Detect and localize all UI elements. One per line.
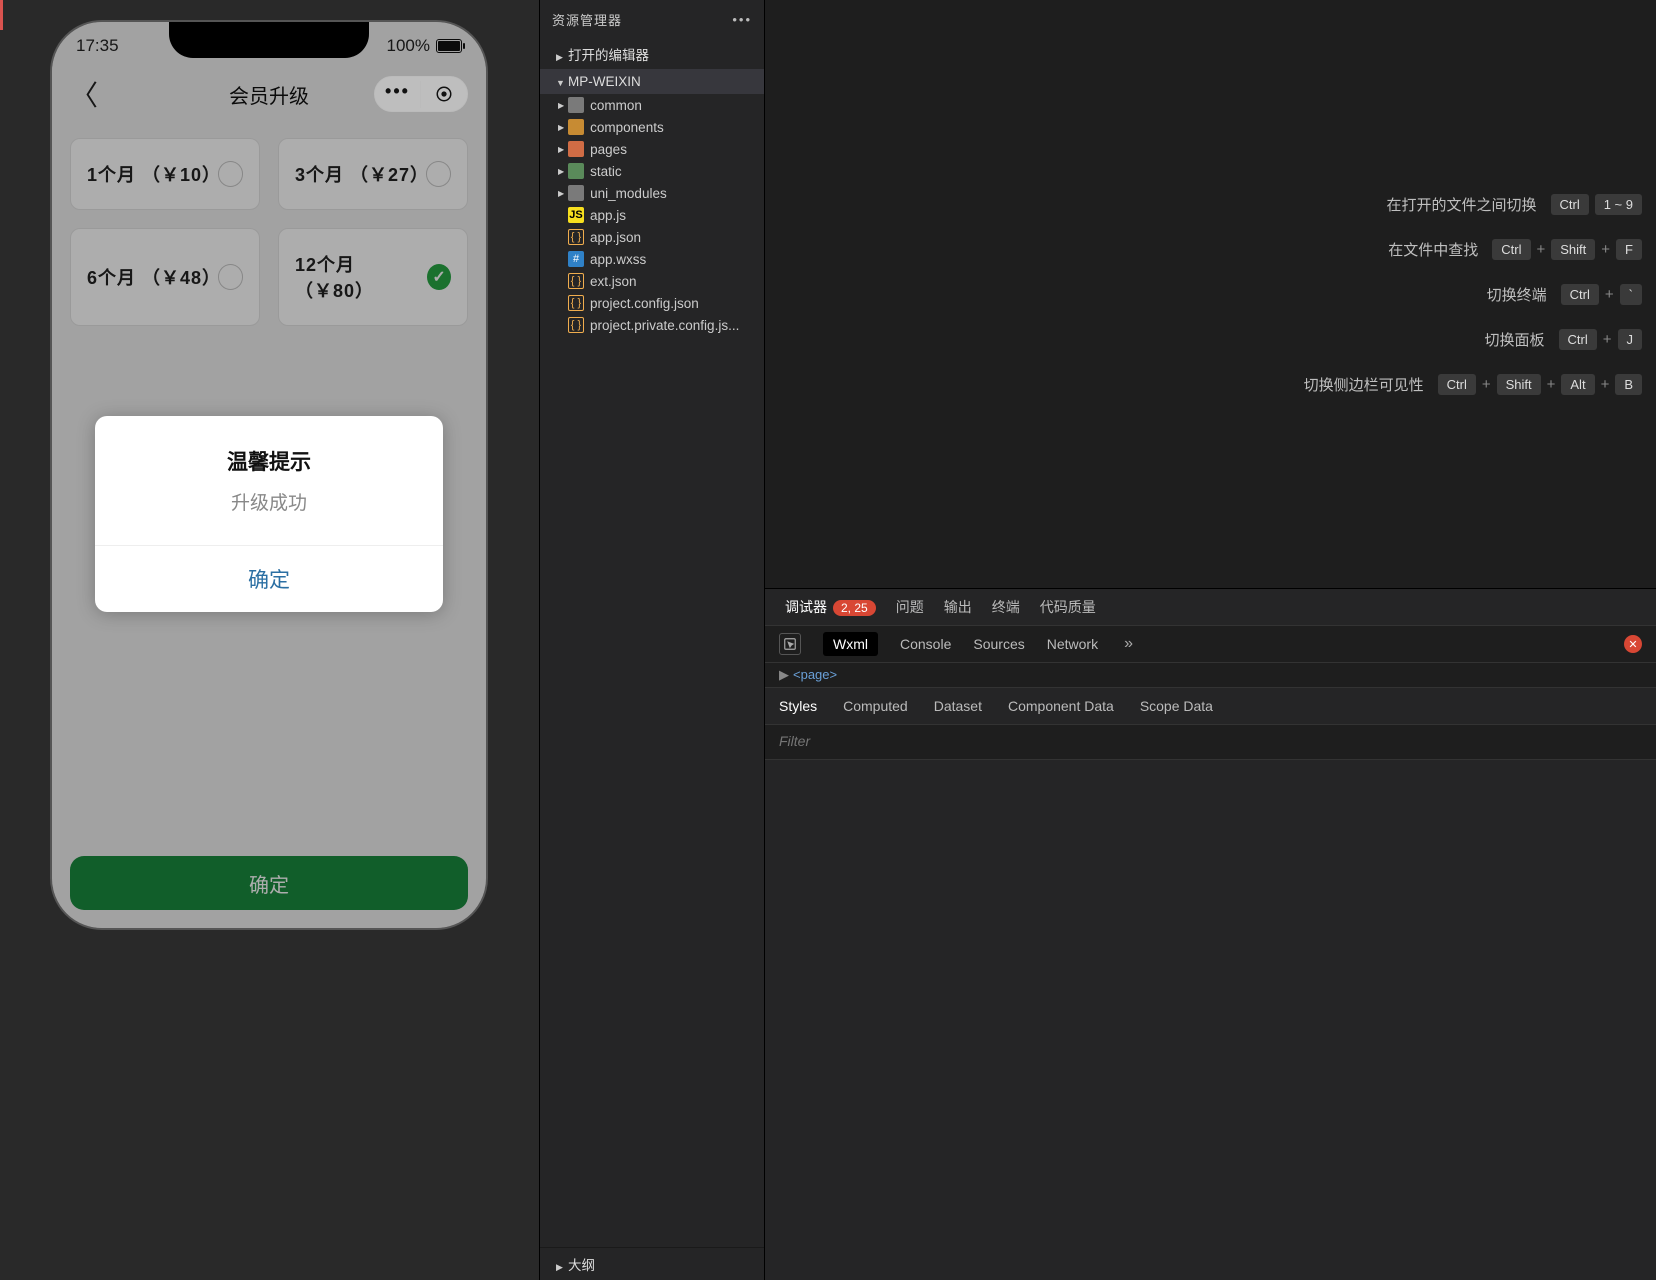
editor-empty-state: 在打开的文件之间切换Ctrl1 ~ 9 在文件中查找Ctrl+Shift+F 切…	[765, 0, 1656, 588]
folder-uni-modules[interactable]: uni_modules	[550, 182, 764, 204]
more-tabs-icon[interactable]: »	[1124, 635, 1133, 653]
plan-option[interactable]: 3个月 （￥27）	[278, 138, 468, 210]
folder-pages[interactable]: pages	[550, 138, 764, 160]
status-battery: 100%	[387, 36, 462, 56]
tab-wxml[interactable]: Wxml	[823, 632, 878, 656]
capsule-menu-icon[interactable]: •••	[375, 81, 421, 108]
plan-label: 3个月 （￥27）	[295, 161, 426, 187]
tab-debugger[interactable]: 调试器2, 25	[785, 597, 876, 617]
hint-terminal: 切换终端Ctrl+`	[1487, 284, 1642, 305]
js-file-icon: JS	[568, 207, 584, 223]
wxml-root-tag[interactable]: <page>	[793, 667, 837, 682]
explorer-title: 资源管理器	[552, 10, 622, 29]
app-root: 17:35 100% 〈 会员升级 ••• 1个月 （￥10）	[0, 0, 1656, 1280]
explorer-more-icon[interactable]: •••	[732, 12, 752, 27]
tab-computed[interactable]: Computed	[843, 698, 908, 714]
hint-sidebar: 切换侧边栏可见性Ctrl+Shift+Alt+B	[1304, 374, 1642, 395]
battery-icon	[436, 39, 462, 53]
styles-filter-row	[765, 724, 1656, 760]
folder-icon	[568, 97, 584, 113]
devtools-bottom-tabs: 调试器2, 25 问题 输出 终端 代码质量	[765, 588, 1656, 625]
radio-unchecked-icon[interactable]	[218, 264, 243, 290]
nav-bar: 〈 会员升级 •••	[52, 56, 486, 138]
wxml-tree[interactable]: ▶ <page>	[765, 663, 1656, 687]
explorer-panel: 资源管理器 ••• 打开的编辑器 MP-WEIXIN common compon…	[540, 0, 765, 1280]
radio-unchecked-icon[interactable]	[426, 161, 451, 187]
file-tree: common components pages static uni_modul…	[540, 94, 764, 336]
tab-sources[interactable]: Sources	[973, 636, 1024, 652]
phone-notch	[169, 22, 369, 58]
file-app-json[interactable]: { }app.json	[550, 226, 764, 248]
modal-confirm-button[interactable]: 确定	[95, 546, 443, 612]
folder-icon	[568, 185, 584, 201]
outline-section[interactable]: 大纲	[540, 1247, 764, 1280]
modal-dialog: 温馨提示 升级成功 确定	[95, 416, 443, 612]
folder-static[interactable]: static	[550, 160, 764, 182]
tab-output[interactable]: 输出	[944, 597, 972, 617]
file-project-config[interactable]: { }project.config.json	[550, 292, 764, 314]
folder-common[interactable]: common	[550, 94, 764, 116]
tab-problems[interactable]: 问题	[896, 597, 924, 617]
file-app-js[interactable]: JSapp.js	[550, 204, 764, 226]
radio-unchecked-icon[interactable]	[218, 161, 243, 187]
file-ext-json[interactable]: { }ext.json	[550, 270, 764, 292]
folder-icon	[568, 163, 584, 179]
debugger-badge: 2, 25	[833, 600, 876, 616]
plan-label: 1个月 （￥10）	[87, 161, 218, 187]
capsule-close-icon[interactable]	[421, 85, 467, 103]
devtools-inspect-tabs: Wxml Console Sources Network » ✕	[765, 625, 1656, 663]
tab-network[interactable]: Network	[1047, 636, 1098, 652]
tab-quality[interactable]: 代码质量	[1040, 597, 1096, 617]
editor-devtools: 在打开的文件之间切换Ctrl1 ~ 9 在文件中查找Ctrl+Shift+F 切…	[765, 0, 1656, 1280]
close-devtools-icon[interactable]: ✕	[1624, 635, 1642, 653]
modal-message: 升级成功	[95, 488, 443, 545]
wxss-file-icon: #	[568, 251, 584, 267]
styles-body	[765, 760, 1656, 1280]
hint-find: 在文件中查找Ctrl+Shift+F	[1388, 239, 1642, 260]
styles-tabs: Styles Computed Dataset Component Data S…	[765, 687, 1656, 724]
phone-frame: 17:35 100% 〈 会员升级 ••• 1个月 （￥10）	[50, 20, 488, 930]
plan-option[interactable]: 12个月 （￥80） ✓	[278, 228, 468, 326]
status-time: 17:35	[76, 36, 119, 56]
element-picker-icon[interactable]	[779, 633, 801, 655]
tab-terminal[interactable]: 终端	[992, 597, 1020, 617]
tab-console[interactable]: Console	[900, 636, 951, 652]
hint-panel: 切换面板Ctrl+J	[1485, 329, 1643, 350]
tab-dataset[interactable]: Dataset	[934, 698, 982, 714]
json-file-icon: { }	[568, 317, 584, 333]
styles-filter-input[interactable]	[779, 733, 1642, 749]
tab-styles[interactable]: Styles	[779, 698, 817, 714]
json-file-icon: { }	[568, 295, 584, 311]
modal-title: 温馨提示	[95, 416, 443, 488]
file-app-wxss[interactable]: #app.wxss	[550, 248, 764, 270]
tree-caret-icon[interactable]: ▶	[779, 667, 789, 682]
plan-label: 12个月 （￥80）	[295, 251, 427, 303]
tab-component-data[interactable]: Component Data	[1008, 698, 1114, 714]
capsule: •••	[374, 76, 468, 112]
battery-text: 100%	[387, 36, 430, 56]
open-editors-section[interactable]: 打开的编辑器	[540, 39, 764, 69]
file-project-private-config[interactable]: { }project.private.config.js...	[550, 314, 764, 336]
confirm-button[interactable]: 确定	[70, 856, 468, 910]
folder-icon	[568, 141, 584, 157]
simulator-panel: 17:35 100% 〈 会员升级 ••• 1个月 （￥10）	[0, 0, 540, 1280]
plan-option[interactable]: 6个月 （￥48）	[70, 228, 260, 326]
plan-option[interactable]: 1个月 （￥10）	[70, 138, 260, 210]
explorer-header: 资源管理器 •••	[540, 0, 764, 39]
left-gutter-marker	[0, 0, 3, 30]
tab-scope-data[interactable]: Scope Data	[1140, 698, 1213, 714]
json-file-icon: { }	[568, 273, 584, 289]
plan-grid: 1个月 （￥10） 3个月 （￥27） 6个月 （￥48） 12个月 （￥80）…	[52, 138, 486, 326]
radio-checked-icon[interactable]: ✓	[427, 264, 451, 290]
folder-components[interactable]: components	[550, 116, 764, 138]
json-file-icon: { }	[568, 229, 584, 245]
folder-icon	[568, 119, 584, 135]
plan-label: 6个月 （￥48）	[87, 264, 218, 290]
project-root[interactable]: MP-WEIXIN	[540, 69, 764, 94]
hint-switch-files: 在打开的文件之间切换Ctrl1 ~ 9	[1386, 194, 1642, 215]
